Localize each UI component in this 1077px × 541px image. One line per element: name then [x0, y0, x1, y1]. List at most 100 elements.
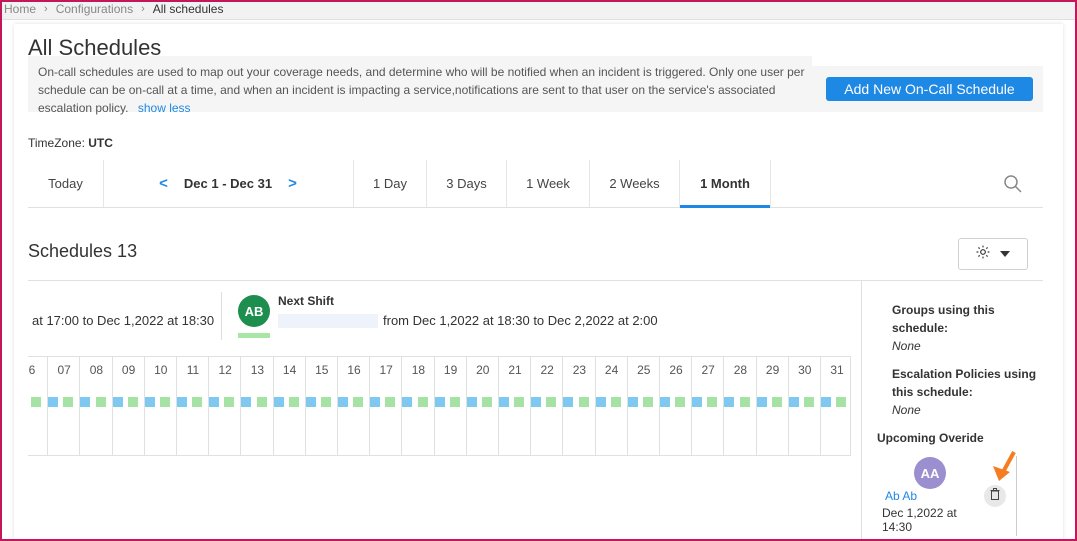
shift-block[interactable]	[417, 397, 428, 407]
view-3-days-tab[interactable]: 3 Days	[427, 160, 506, 207]
timeline-day-label: 18	[411, 363, 426, 377]
override-time: Dec 1,2022 at 14:30	[882, 506, 957, 534]
shift-block[interactable]	[80, 397, 91, 407]
override-user-link[interactable]: Ab Ab	[885, 489, 917, 503]
breadcrumb-current: All schedules	[152, 2, 224, 16]
shift-block[interactable]	[385, 397, 396, 407]
search-icon[interactable]	[998, 160, 1028, 207]
timeline-day-label: 31	[830, 363, 844, 377]
shift-block[interactable]	[434, 397, 445, 407]
chevron-right-icon: ›	[44, 3, 48, 15]
shift-block[interactable]	[756, 397, 767, 407]
shift-block[interactable]	[836, 397, 847, 407]
shift-block[interactable]	[95, 397, 106, 407]
shift-block[interactable]	[144, 397, 155, 407]
timeline-day-label: 07	[57, 363, 71, 377]
shift-block[interactable]	[192, 397, 203, 407]
shift-block[interactable]	[338, 397, 348, 407]
shift-block[interactable]	[48, 397, 59, 407]
shift-block[interactable]	[31, 397, 42, 407]
shift-block[interactable]	[256, 397, 267, 407]
shift-block[interactable]	[531, 397, 542, 407]
gear-icon	[976, 245, 990, 264]
shift-block[interactable]	[514, 397, 525, 407]
shift-block[interactable]	[305, 397, 316, 407]
shift-block[interactable]	[112, 397, 123, 407]
timeline-day-label: 15	[315, 363, 329, 377]
view-2-weeks-tab[interactable]: 2 Weeks	[590, 160, 679, 207]
shift-block[interactable]	[273, 397, 284, 407]
today-button[interactable]: Today	[28, 160, 103, 207]
shift-block[interactable]	[402, 397, 413, 407]
view-1-month-tab[interactable]: 1 Month	[680, 160, 770, 208]
trash-icon	[990, 487, 1000, 505]
shift-block[interactable]	[771, 397, 782, 407]
shift-block[interactable]	[449, 397, 460, 407]
shift-block[interactable]	[675, 397, 686, 407]
shift-block[interactable]	[63, 397, 74, 407]
shift-block[interactable]	[578, 397, 589, 407]
shift-block[interactable]	[466, 397, 477, 407]
shift-block[interactable]	[610, 397, 621, 407]
schedule-timeline[interactable]: 6 07 08 09 10 11 12 13 14 15 16 17 18 19 20 21 22 23 24 25 2…	[28, 356, 851, 456]
shift-block[interactable]	[821, 397, 831, 407]
timeline-day-label: 20	[476, 363, 490, 377]
shift-block[interactable]	[627, 397, 638, 407]
shift-block[interactable]	[643, 397, 653, 407]
shift-block[interactable]	[660, 397, 670, 407]
shift-block[interactable]	[241, 397, 252, 407]
shift-block[interactable]	[563, 397, 574, 407]
shift-block[interactable]	[595, 397, 606, 407]
shift-block[interactable]	[692, 397, 703, 407]
override-divider	[1016, 456, 1017, 536]
shift-block[interactable]	[321, 397, 331, 407]
shift-block[interactable]	[724, 397, 735, 407]
shift-block[interactable]	[224, 397, 235, 407]
timezone: TimeZone: UTC	[28, 136, 113, 150]
description-text: On-call schedules are used to map out yo…	[38, 63, 808, 117]
view-1-day-tab[interactable]: 1 Day	[354, 160, 426, 207]
chevron-left-icon[interactable]: <	[159, 175, 168, 192]
shift-block[interactable]	[288, 397, 299, 407]
caret-down-icon	[1000, 251, 1010, 257]
schedules-count-title: Schedules 13	[28, 241, 138, 261]
settings-dropdown-button[interactable]	[958, 238, 1028, 270]
timezone-label: TimeZone:	[28, 136, 85, 150]
timeline-day-label: 11	[186, 363, 200, 377]
shift-block[interactable]	[739, 397, 750, 407]
shift-block[interactable]	[804, 397, 814, 407]
timeline-day-label: 16	[347, 363, 361, 377]
shift-block[interactable]	[353, 397, 364, 407]
timeline-day-label: 6	[28, 363, 36, 377]
shift-block[interactable]	[546, 397, 557, 407]
view-1-week-tab[interactable]: 1 Week	[507, 160, 589, 207]
shift-block[interactable]	[209, 397, 220, 407]
escalation-policies-label: Escalation Policies using this schedule:	[892, 367, 1037, 399]
shift-block[interactable]	[499, 397, 509, 407]
shift-block[interactable]	[127, 397, 138, 407]
shift-block[interactable]	[788, 397, 799, 407]
add-schedule-button[interactable]: Add New On-Call Schedule	[826, 77, 1033, 101]
avatar: AA	[914, 457, 946, 489]
timeline-day-label: 17	[379, 363, 393, 377]
timeline-day-label: 19	[443, 363, 458, 377]
shift-divider	[221, 292, 222, 340]
shift-block[interactable]	[177, 397, 187, 407]
shift-block[interactable]	[370, 397, 381, 407]
chevron-right-icon[interactable]: >	[288, 175, 297, 192]
timeline-day-label: 22	[540, 363, 554, 377]
shift-block[interactable]	[707, 397, 718, 407]
annotation-arrow-icon	[990, 450, 1016, 489]
groups-value: None	[892, 339, 921, 353]
timeline-day-label: 10	[154, 363, 168, 377]
show-less-link[interactable]: show less	[138, 101, 191, 115]
escalation-policies-value: None	[892, 403, 921, 417]
breadcrumb-home[interactable]: Home	[4, 2, 36, 16]
chevron-right-icon: ›	[141, 3, 145, 15]
breadcrumb-configurations[interactable]: Configurations	[56, 2, 133, 16]
shift-block[interactable]	[160, 397, 170, 407]
avatar: AB	[238, 295, 270, 327]
sidebar-divider	[861, 281, 862, 541]
shift-block[interactable]	[482, 397, 492, 407]
timeline-day-label: 30	[798, 363, 812, 377]
